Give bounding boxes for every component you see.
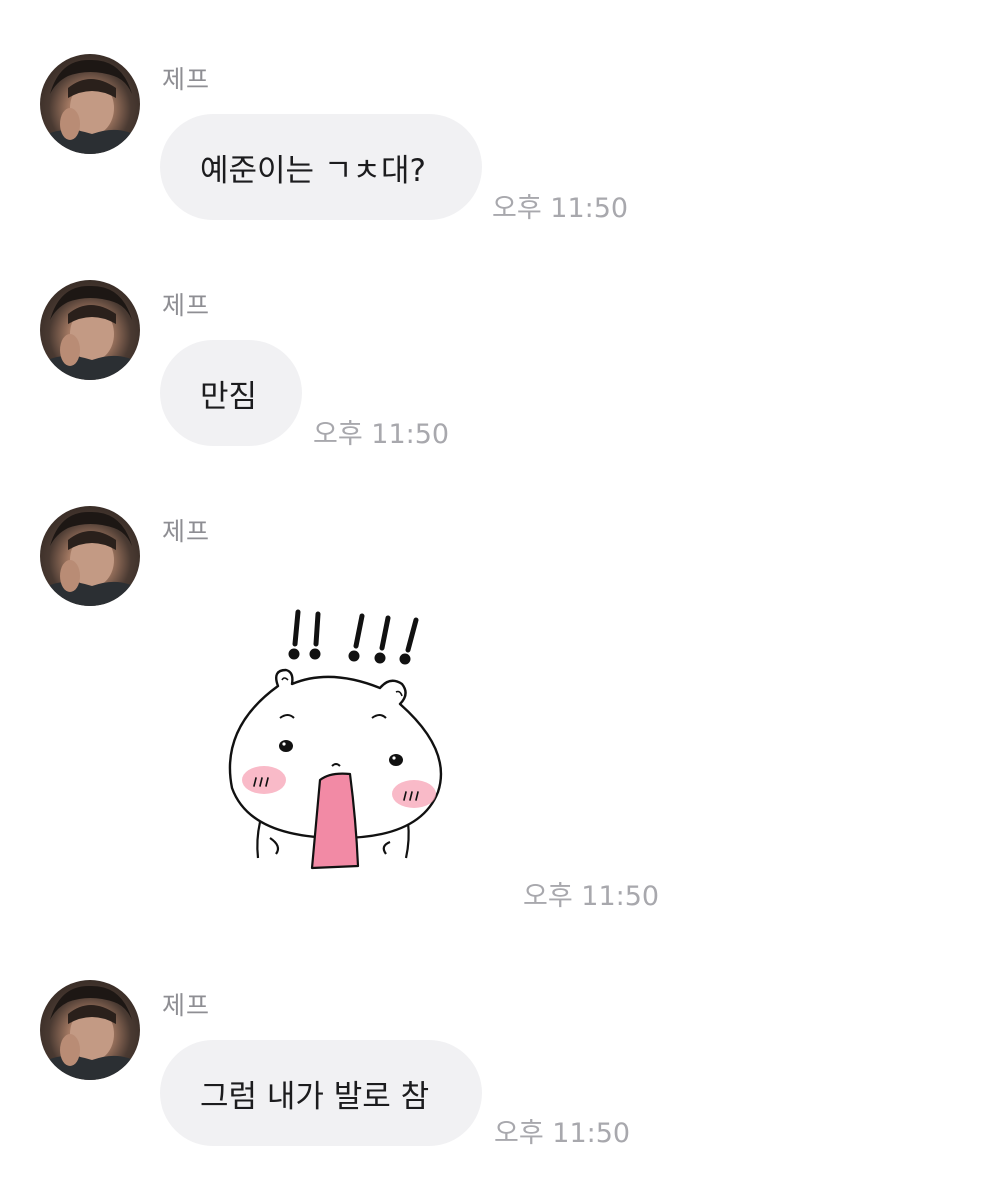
message-bubble[interactable]: 만짐 bbox=[160, 340, 302, 446]
message-bubble[interactable]: 그럼 내가 발로 참 bbox=[160, 1040, 482, 1146]
profile-photo-icon bbox=[40, 285, 140, 380]
sender-name: 제프 bbox=[162, 291, 211, 320]
sender-avatar[interactable] bbox=[40, 280, 140, 380]
sender-avatar[interactable] bbox=[40, 54, 140, 154]
message-timestamp: 오후 11:50 bbox=[494, 1118, 631, 1149]
sender-name: 제프 bbox=[162, 991, 211, 1020]
message-timestamp: 오후 11:50 bbox=[523, 881, 660, 912]
sender-name: 제프 bbox=[162, 517, 211, 546]
profile-photo-icon bbox=[40, 511, 140, 606]
exclamation-marks-icon bbox=[288, 609, 419, 665]
message-bubble[interactable]: 예준이는 ㄱㅊ대? bbox=[160, 114, 482, 220]
sender-avatar[interactable] bbox=[40, 980, 140, 1080]
hamster-sticker[interactable] bbox=[220, 600, 460, 875]
message-timestamp: 오후 11:50 bbox=[492, 193, 629, 224]
profile-photo-icon bbox=[40, 985, 140, 1080]
sender-avatar[interactable] bbox=[40, 506, 140, 606]
profile-photo-icon bbox=[40, 59, 140, 154]
sender-name: 제프 bbox=[162, 65, 211, 94]
message-timestamp: 오후 11:50 bbox=[313, 419, 450, 450]
